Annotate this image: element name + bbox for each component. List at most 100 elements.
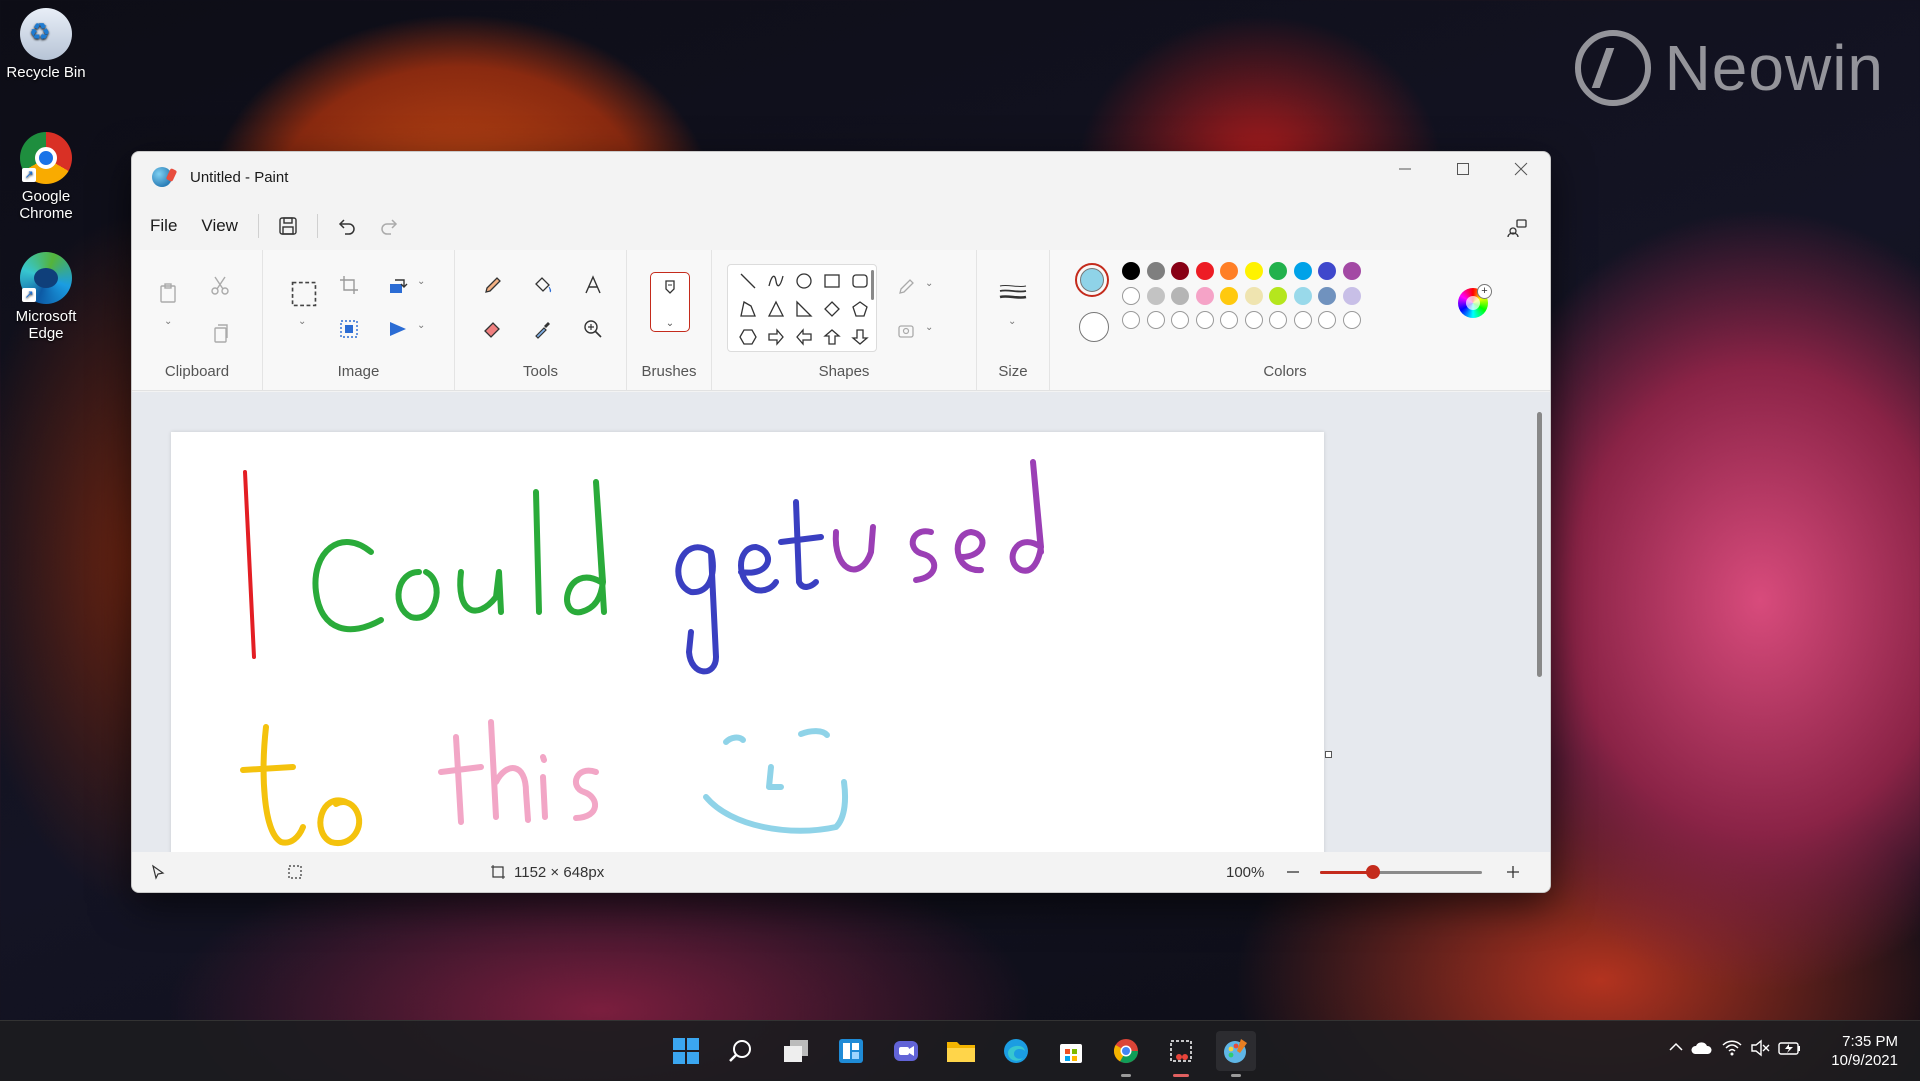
search-button[interactable] (721, 1031, 761, 1071)
size-button[interactable] (996, 276, 1030, 310)
network-button[interactable] (1722, 1039, 1742, 1061)
chevron-down-icon[interactable]: ⌄ (925, 278, 933, 289)
chrome-taskbar-button[interactable] (1106, 1031, 1146, 1077)
chevron-down-icon[interactable]: ⌄ (1008, 316, 1016, 327)
widgets-button[interactable] (831, 1031, 871, 1071)
copy-button[interactable] (203, 316, 237, 350)
paste-button[interactable] (151, 276, 185, 310)
shape-curve[interactable] (762, 267, 790, 295)
custom-color-slot[interactable] (1195, 311, 1214, 329)
custom-color-slot[interactable] (1122, 311, 1140, 329)
custom-color-slot[interactable] (1342, 311, 1361, 329)
rotate-button[interactable] (381, 268, 415, 302)
custom-color-slot[interactable] (1244, 311, 1263, 329)
edge-taskbar-button[interactable] (996, 1031, 1036, 1071)
outline-button[interactable] (890, 270, 924, 304)
desktop-icon-google-chrome[interactable]: ↗ Google Chrome (6, 132, 86, 222)
chevron-down-icon[interactable]: ⌄ (417, 320, 425, 331)
desktop-icon-recycle-bin[interactable]: Recycle Bin (6, 8, 86, 81)
shape-line[interactable] (734, 267, 762, 295)
close-button[interactable] (1492, 152, 1550, 186)
fill-shape-button[interactable] (890, 314, 924, 348)
color-swatch[interactable] (1122, 262, 1140, 280)
file-explorer-button[interactable] (941, 1031, 981, 1071)
share-button[interactable] (1496, 210, 1538, 246)
shape-right-arrow[interactable] (762, 323, 790, 351)
start-button[interactable] (666, 1031, 706, 1071)
snipping-tool-button[interactable] (1161, 1031, 1201, 1077)
color-swatch[interactable] (1195, 262, 1214, 280)
shape-oval[interactable] (790, 267, 818, 295)
menu-view[interactable]: View (189, 216, 250, 236)
color-swatch[interactable] (1220, 286, 1238, 305)
shape-triangle[interactable] (762, 295, 790, 323)
canvas-resize-handle[interactable] (1325, 751, 1332, 758)
custom-color-slot[interactable] (1269, 311, 1287, 329)
paint-taskbar-button[interactable] (1216, 1031, 1256, 1077)
menu-file[interactable]: File (138, 216, 189, 236)
color-swatch[interactable] (1293, 286, 1312, 305)
shapes-scrollbar[interactable] (871, 270, 874, 300)
shape-diamond[interactable] (818, 295, 846, 323)
drawing-canvas[interactable] (171, 432, 1324, 852)
pencil-button[interactable] (476, 268, 510, 302)
secondary-color-button[interactable] (1079, 312, 1109, 342)
custom-color-slot[interactable] (1171, 311, 1189, 329)
color-swatch[interactable] (1220, 262, 1238, 280)
onedrive-button[interactable] (1690, 1040, 1712, 1060)
color-swatch[interactable] (1342, 286, 1361, 305)
clock[interactable]: 7:35 PM 10/9/2021 (1831, 1032, 1898, 1070)
zoom-in-button[interactable] (1506, 865, 1520, 879)
redo-button[interactable] (368, 208, 410, 244)
color-swatch[interactable] (1146, 262, 1165, 280)
zoom-slider-thumb[interactable] (1366, 865, 1381, 879)
custom-color-slot[interactable] (1220, 311, 1238, 329)
color-swatch[interactable] (1318, 286, 1336, 305)
color-swatch[interactable] (1269, 262, 1287, 280)
desktop-icon-microsoft-edge[interactable]: ↗ Microsoft Edge (6, 252, 86, 342)
maximize-button[interactable] (1434, 152, 1492, 186)
shape-left-arrow[interactable] (790, 323, 818, 351)
color-picker-button[interactable] (526, 312, 560, 346)
shape-right-triangle[interactable] (790, 295, 818, 323)
shape-rectangle[interactable] (818, 267, 846, 295)
shape-rounded-rectangle[interactable] (846, 267, 874, 295)
title-bar[interactable]: Untitled - Paint (132, 152, 1550, 202)
shape-down-arrow[interactable] (846, 323, 874, 351)
store-button[interactable] (1051, 1031, 1091, 1071)
battery-button[interactable] (1778, 1039, 1802, 1061)
color-swatch[interactable] (1171, 286, 1189, 305)
shape-up-arrow[interactable] (818, 323, 846, 351)
shape-polygon[interactable] (734, 295, 762, 323)
volume-button[interactable] (1750, 1039, 1770, 1061)
color-swatch[interactable] (1195, 286, 1214, 305)
chevron-down-icon[interactable]: ⌄ (417, 276, 425, 287)
zoom-slider[interactable] (1320, 865, 1482, 879)
color-swatch[interactable] (1269, 286, 1287, 305)
color-swatch[interactable] (1122, 286, 1140, 305)
color-swatch[interactable] (1318, 262, 1336, 280)
cut-button[interactable] (203, 268, 237, 302)
edit-colors-button[interactable]: + (1458, 284, 1492, 318)
custom-color-slot[interactable] (1318, 311, 1336, 329)
resize-button[interactable] (332, 312, 366, 346)
brushes-button[interactable]: ⌄ (650, 272, 690, 332)
undo-button[interactable] (326, 208, 368, 244)
zoom-level[interactable]: 100% (1226, 864, 1264, 881)
magnifier-button[interactable] (576, 312, 610, 346)
color-swatch[interactable] (1342, 262, 1361, 280)
custom-color-slot[interactable] (1293, 311, 1312, 329)
chat-button[interactable] (886, 1031, 926, 1071)
show-hidden-icons-button[interactable] (1668, 1039, 1684, 1059)
zoom-out-button[interactable] (1286, 865, 1300, 879)
custom-color-slot[interactable] (1146, 311, 1165, 329)
minimize-button[interactable] (1376, 152, 1434, 186)
select-button[interactable] (284, 274, 324, 314)
color-swatch[interactable] (1244, 286, 1263, 305)
task-view-button[interactable] (776, 1031, 816, 1071)
color-swatch[interactable] (1146, 286, 1165, 305)
shape-hexagon[interactable] (734, 323, 762, 351)
chevron-down-icon[interactable]: ⌄ (164, 316, 172, 327)
color-swatch[interactable] (1244, 262, 1263, 280)
color-swatch[interactable] (1171, 262, 1189, 280)
